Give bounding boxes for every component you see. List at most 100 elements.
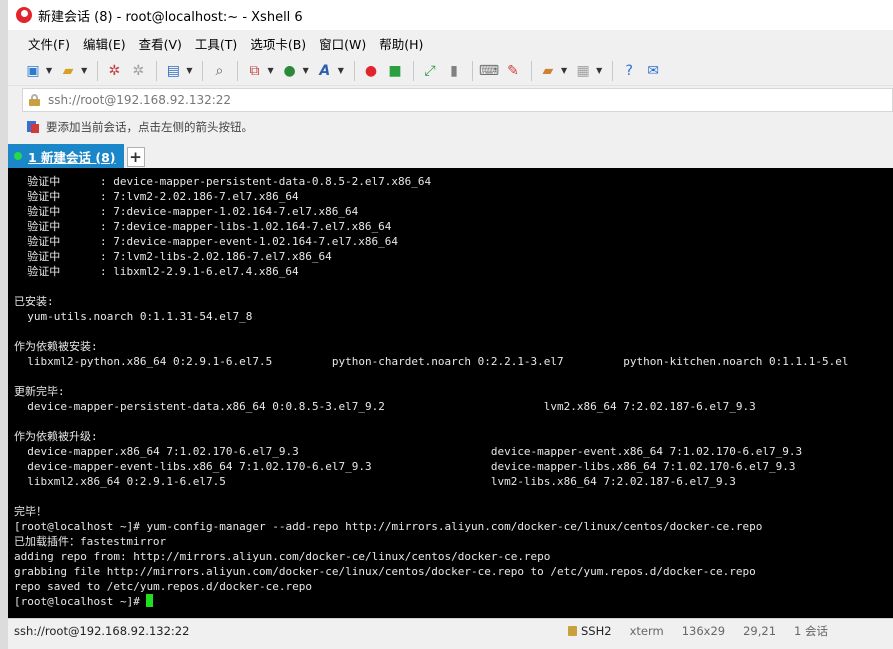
find-icon[interactable]: ⌕ — [208, 60, 230, 82]
status-size: 136x29 — [681, 623, 726, 638]
terminal-line: device-mapper.x86_64 7:1.02.170-6.el7_9.… — [14, 445, 803, 458]
toolbar-divider — [412, 60, 414, 81]
chevron-down-icon[interactable]: ▼ — [561, 66, 567, 75]
terminal-line: device-mapper-event-libs.x86_64 7:1.02.1… — [14, 460, 796, 473]
terminal-line: libxml2.x86_64 0:2.9.1-6.el7.5 lvm2-libs… — [14, 475, 736, 488]
terminal-prompt-line: [root@localhost ~]# — [14, 594, 893, 609]
font-icon[interactable]: A — [314, 60, 336, 82]
globe-icon[interactable]: ● — [279, 60, 301, 82]
terminal-cursor — [146, 594, 154, 607]
session-hint-bar: 要添加当前会话，点击左侧的箭头按钮。 — [22, 116, 253, 138]
toolbar-divider — [156, 60, 158, 81]
lock-icon — [568, 625, 577, 636]
connect-icon[interactable]: ✲ — [103, 60, 125, 82]
toolbar-divider — [530, 60, 532, 81]
toolbar: ▣ ▼ ▰ ▼ ✲ ✲ ▤ ▼ ⌕ ⧉ ▼ ● ▼ A ▼ ● ■ ⤢ ▮ ⌨ … — [8, 56, 893, 86]
xftp-icon[interactable]: ■ — [384, 60, 406, 82]
terminal-line: repo saved to /etc/yum.repos.d/docker-ce… — [14, 580, 313, 593]
toolbar-divider — [612, 60, 614, 81]
title-bar[interactable]: 新建会话 (8) - root@localhost:~ - Xshell 6 — [8, 0, 893, 30]
toolbar-divider — [202, 60, 204, 81]
hint-text: 要添加当前会话，点击左侧的箭头按钮。 — [46, 120, 253, 134]
fullscreen-icon[interactable]: ⤢ — [419, 60, 441, 82]
tab-session[interactable]: 1 新建会话 (8) — [8, 144, 124, 168]
terminal-line: 验证中 : 7:device-mapper-event-1.02.164-7.e… — [14, 235, 398, 248]
terminal-line: 验证中 : 7:device-mapper-libs-1.02.164-7.el… — [14, 220, 392, 233]
terminal-line: 已加载插件：fastestmirror — [14, 535, 167, 548]
xshell-icon[interactable]: ● — [360, 60, 382, 82]
properties-icon[interactable]: ▤ — [162, 60, 184, 82]
chevron-down-icon[interactable]: ▼ — [303, 66, 309, 75]
bookmark-arrow-icon[interactable] — [26, 120, 40, 134]
terminal-line: 更新完毕: — [14, 385, 65, 398]
terminal-line: 验证中 : libxml2-2.9.1-6.el7.4.x86_64 — [14, 265, 299, 278]
chevron-down-icon[interactable]: ▼ — [338, 66, 344, 75]
status-protocol: SSH2 — [568, 624, 612, 638]
toolbar-divider — [97, 60, 99, 81]
terminal-line: adding repo from: http://mirrors.aliyun.… — [14, 550, 551, 563]
tab-label: 1 新建会话 (8) — [28, 149, 116, 165]
chevron-down-icon[interactable]: ▼ — [596, 66, 602, 75]
transfer-icon[interactable]: ⧉ — [243, 60, 265, 82]
menu-tools[interactable]: 工具(T) — [189, 32, 243, 55]
terminal-line: 已安装: — [14, 295, 54, 308]
chat-icon[interactable]: ✉ — [642, 60, 664, 82]
connected-status-icon — [14, 152, 22, 160]
highlight-icon[interactable]: ✎ — [502, 60, 524, 82]
disconnect-icon[interactable]: ✲ — [127, 60, 149, 82]
chevron-down-icon[interactable]: ▼ — [46, 66, 52, 75]
menu-help[interactable]: 帮助(H) — [373, 32, 429, 55]
layout-icon[interactable]: ▦ — [572, 60, 594, 82]
status-protocol-label: SSH2 — [581, 623, 612, 638]
status-position: 29,21 — [743, 623, 777, 638]
toolbar-divider — [237, 60, 239, 81]
add-tab-button[interactable]: + — [126, 147, 145, 167]
terminal-line: 验证中 : 7:lvm2-2.02.186-7.el7.x86_64 — [14, 190, 299, 203]
status-connection: ssh://root@192.168.92.132:22 — [14, 623, 190, 638]
lock-icon — [29, 94, 40, 106]
menu-window[interactable]: 窗口(W) — [313, 32, 372, 55]
toolbar-divider — [471, 60, 473, 81]
menu-file[interactable]: 文件(F) — [22, 32, 76, 55]
menu-edit[interactable]: 编辑(E) — [77, 32, 132, 55]
terminal-line: yum-utils.noarch 0:1.1.31-54.el7_8 — [14, 310, 253, 323]
toolbar-divider — [353, 60, 355, 81]
menu-view[interactable]: 查看(V) — [133, 32, 188, 55]
compose-icon[interactable]: ▰ — [537, 60, 559, 82]
terminal-line: grabbing file http://mirrors.aliyun.com/… — [14, 565, 756, 578]
address-bar[interactable]: ssh://root@192.168.92.132:22 — [22, 88, 893, 112]
terminal-line: [root@localhost ~]# yum-config-manager -… — [14, 520, 763, 533]
menu-tabs[interactable]: 选项卡(B) — [244, 32, 312, 55]
xshell-logo-icon — [16, 7, 32, 23]
terminal-line: 验证中 : 7:lvm2-libs-2.02.186-7.el7.x86_64 — [14, 250, 332, 263]
menu-bar: 文件(F) 编辑(E) 查看(V) 工具(T) 选项卡(B) 窗口(W) 帮助(… — [8, 30, 893, 56]
xshell-window: 新建会话 (8) - root@localhost:~ - Xshell 6 文… — [8, 0, 893, 649]
terminal-line: 验证中 : device-mapper-persistent-data-0.8.… — [14, 175, 432, 188]
open-folder-icon[interactable]: ▰ — [57, 60, 79, 82]
window-title: 新建会话 (8) - root@localhost:~ - Xshell 6 — [38, 9, 303, 25]
new-session-icon[interactable]: ▣ — [22, 60, 44, 82]
terminal-line: 完毕！ — [14, 505, 47, 518]
chevron-down-icon[interactable]: ▼ — [186, 66, 192, 75]
tab-bar: 1 新建会话 (8) + — [8, 144, 893, 168]
terminal-output[interactable]: 验证中 : device-mapper-persistent-data-0.8.… — [8, 168, 893, 618]
chevron-down-icon[interactable]: ▼ — [81, 66, 87, 75]
chevron-down-icon[interactable]: ▼ — [267, 66, 273, 75]
lock-icon[interactable]: ▮ — [443, 60, 465, 82]
terminal-line: 验证中 : 7:device-mapper-1.02.164-7.el7.x86… — [14, 205, 359, 218]
help-icon[interactable]: ? — [618, 60, 640, 82]
address-input[interactable]: ssh://root@192.168.92.132:22 — [48, 93, 231, 107]
status-terminal-type: xterm — [629, 623, 664, 638]
terminal-prompt: [root@localhost ~]# — [14, 595, 147, 608]
terminal-line: libxml2-python.x86_64 0:2.9.1-6.el7.5 py… — [14, 355, 849, 368]
keyboard-icon[interactable]: ⌨ — [478, 60, 500, 82]
status-sessions: 1 会话 — [794, 623, 829, 638]
terminal-line: 作为依赖被安装: — [14, 340, 98, 353]
status-bar: ssh://root@192.168.92.132:22 SSH2 xterm … — [8, 618, 893, 642]
terminal-line: 作为依赖被升级: — [14, 430, 98, 443]
